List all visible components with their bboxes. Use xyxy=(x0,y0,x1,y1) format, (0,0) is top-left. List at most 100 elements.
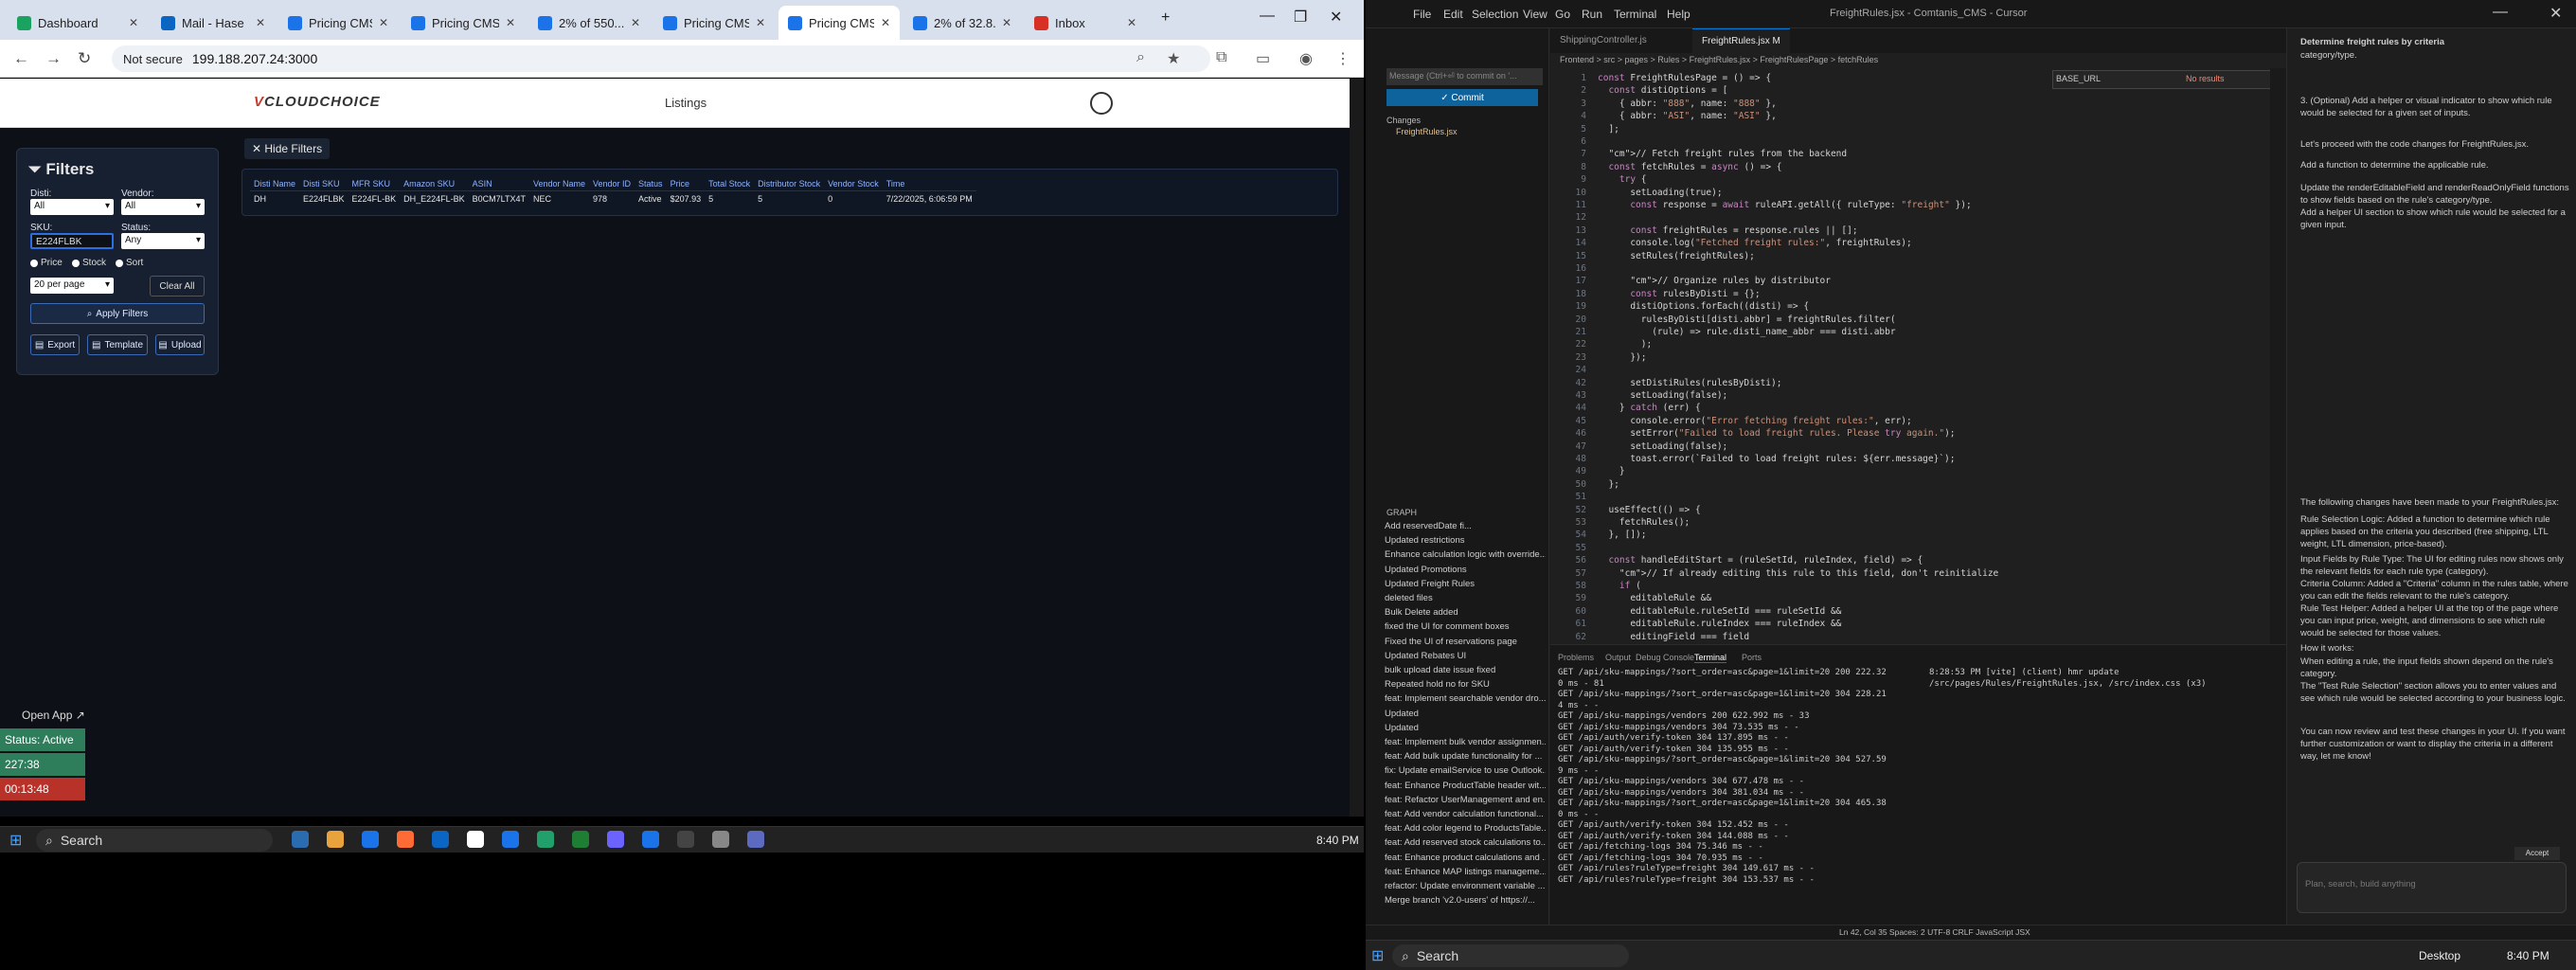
code-area[interactable]: 1 const FreightRulesPage = () => {2 const… xyxy=(1550,68,2270,655)
bookmark-star-icon[interactable]: ★ xyxy=(1167,49,1180,68)
radio-price[interactable]: Price xyxy=(30,258,63,268)
windows-start-icon[interactable]: ⊞ xyxy=(1371,946,1384,965)
taskbar-app-icon[interactable] xyxy=(362,831,379,848)
status-items[interactable]: Ln 42, Col 35 Spaces: 2 UTF-8 CRLF JavaS… xyxy=(1839,927,2030,937)
code-line[interactable]: rulesByDisti[disti.abbr] = freightRules.… xyxy=(1598,314,1896,326)
browser-tab[interactable]: 2% of 32.8... ✕ xyxy=(903,6,1021,40)
code-line[interactable]: } xyxy=(1598,465,1625,477)
user-avatar-icon[interactable] xyxy=(1090,92,1113,115)
changes-header[interactable]: Changes xyxy=(1386,116,1421,125)
commit-item[interactable]: feat: Add reserved stock calculations to… xyxy=(1385,837,1546,848)
menu-item[interactable]: Run xyxy=(1582,8,1602,21)
radio-sort[interactable]: Sort xyxy=(116,258,143,268)
column-header[interactable]: Distributor Stock xyxy=(754,177,824,190)
commit-item[interactable]: fixed the UI for comment boxes xyxy=(1385,621,1546,632)
tab-close-icon[interactable]: ✕ xyxy=(129,16,138,29)
code-line[interactable]: useEffect(() => { xyxy=(1598,504,1700,516)
back-icon[interactable]: ← xyxy=(13,49,29,68)
column-header[interactable]: MFR SKU xyxy=(349,177,401,190)
taskbar-app-icon[interactable] xyxy=(397,831,414,848)
editor-tab[interactable]: ShippingController.js xyxy=(1550,28,1656,53)
code-line[interactable]: setRules(freightRules); xyxy=(1598,250,1755,262)
column-header[interactable]: Vendor Name xyxy=(529,177,589,190)
open-app-button[interactable]: Open App ↗ xyxy=(17,704,102,727)
vendor-select[interactable]: All ▾ xyxy=(121,199,205,215)
new-tab-icon[interactable]: + xyxy=(1161,9,1170,27)
code-line[interactable]: }); xyxy=(1598,351,1646,364)
panel-tab[interactable]: Debug Console xyxy=(1636,653,1694,662)
chat-input[interactable]: Plan, search, build anything xyxy=(2305,878,2416,890)
code-line[interactable]: console.error("Error fetching freight ru… xyxy=(1598,415,1911,427)
taskbar-app-icon[interactable] xyxy=(292,831,309,848)
commit-item[interactable]: Updated Promotions xyxy=(1385,565,1546,575)
per-page-select[interactable]: 20 per page ▾ xyxy=(30,278,114,294)
menu-item[interactable]: File xyxy=(1413,8,1431,21)
column-header[interactable]: Time xyxy=(883,177,976,190)
url-text[interactable]: 199.188.207.24:3000 xyxy=(192,51,317,66)
menu-item[interactable]: Terminal xyxy=(1614,8,1656,21)
table-row[interactable]: DH E224FLBK E224FL-BK DH_E224FL-BK B0CM7LTX4… xyxy=(250,189,976,207)
tab-close-icon[interactable]: ✕ xyxy=(506,16,515,29)
editor-tab[interactable]: FreightRules.jsx M xyxy=(1692,28,1790,53)
taskbar-app-icon[interactable] xyxy=(502,831,519,848)
commit-item[interactable]: Updated restrictions xyxy=(1385,535,1546,546)
code-line[interactable]: try { xyxy=(1598,173,1647,186)
commit-item[interactable]: feat: Refactor UserManagement and en... xyxy=(1385,795,1546,805)
clear-all-button[interactable]: Clear All xyxy=(150,276,205,296)
code-line[interactable]: setDistiRules(rulesByDisti); xyxy=(1598,377,1781,389)
commit-item[interactable]: feat: Enhance MAP listings manageme... xyxy=(1385,867,1546,877)
code-line[interactable]: ]; xyxy=(1598,123,1619,135)
close-window-icon[interactable]: ✕ xyxy=(1330,8,1342,27)
changed-file[interactable]: FreightRules.jsx xyxy=(1396,127,1458,136)
code-line[interactable]: const FreightRulesPage = () => { xyxy=(1598,72,1771,84)
commit-item[interactable]: Enhance calculation logic with override.… xyxy=(1385,549,1546,560)
commit-item[interactable]: Updated xyxy=(1385,723,1546,733)
taskbar-clock[interactable]: 8:40 PM xyxy=(1316,834,1359,847)
taskbar-clock[interactable]: 8:40 PM xyxy=(2507,949,2549,962)
code-line[interactable]: toast.error(`Failed to load freight rule… xyxy=(1598,453,1955,465)
code-line[interactable]: distiOptions.forEach((disti) => { xyxy=(1598,300,1809,313)
column-header[interactable]: Status xyxy=(635,177,667,190)
commit-item[interactable]: Add reservedDate fi... xyxy=(1385,521,1546,531)
taskbar-app-icon[interactable] xyxy=(712,831,729,848)
code-line[interactable]: if ( xyxy=(1598,580,1641,592)
taskbar-app-icon[interactable] xyxy=(747,831,764,848)
status-select[interactable]: Any ▾ xyxy=(121,233,205,249)
column-header[interactable]: ASIN xyxy=(469,177,529,190)
panel-tab[interactable]: Output xyxy=(1605,653,1631,662)
code-line[interactable]: (rule) => rule.disti_name_abbr === disti… xyxy=(1598,326,1895,338)
browser-tab[interactable]: Pricing CMS ✕ xyxy=(653,6,775,40)
code-line[interactable]: editableRule.ruleSetId === ruleSetId && xyxy=(1598,605,1841,618)
commit-item[interactable]: feat: Add bulk update functionality for … xyxy=(1385,751,1546,762)
menu-icon[interactable]: ⋮ xyxy=(1335,49,1351,68)
close-window-icon[interactable]: ✕ xyxy=(2549,4,2562,23)
profile-icon[interactable]: ◉ xyxy=(1299,49,1313,68)
code-line[interactable]: const rulesByDisti = {}; xyxy=(1598,288,1760,300)
column-header[interactable]: Disti Name xyxy=(250,177,299,190)
hide-filters-button[interactable]: ✕ Hide Filters xyxy=(244,138,331,159)
code-line[interactable]: console.log("Fetched freight rules:", fr… xyxy=(1598,237,1911,249)
code-line[interactable]: fetchRules(); xyxy=(1598,516,1690,529)
windows-start-icon[interactable]: ⊞ xyxy=(9,831,22,850)
taskbar-app-icon[interactable] xyxy=(327,831,344,848)
code-line[interactable]: setError("Failed to load freight rules. … xyxy=(1598,427,1955,440)
chat-input-box[interactable]: Plan, search, build anything xyxy=(2297,862,2567,913)
code-line[interactable]: "cm">// If already editing this rule to … xyxy=(1598,567,1998,580)
commit-message-input[interactable]: Message (Ctrl+⏎ to commit on '... xyxy=(1386,68,1543,85)
minimize-icon[interactable]: — xyxy=(1260,8,1275,25)
commit-item[interactable]: fix: Update emailService to use Outlook.… xyxy=(1385,765,1546,776)
tab-close-icon[interactable]: ✕ xyxy=(631,16,640,29)
page-scrollbar[interactable] xyxy=(1350,79,1364,817)
minimize-icon[interactable]: — xyxy=(2493,4,2508,21)
panel-tab[interactable]: Terminal xyxy=(1694,653,1727,663)
commit-item[interactable]: Updated xyxy=(1385,709,1546,719)
commit-item[interactable]: feat: Enhance ProductTable header wit... xyxy=(1385,781,1546,791)
terminal-output-right[interactable]: 8:28:53 PM [vite] (client) hmr update /s… xyxy=(1929,668,2223,690)
commit-item[interactable]: bulk upload date issue fixed xyxy=(1385,665,1546,675)
taskbar-app-icon[interactable] xyxy=(607,831,624,848)
column-header[interactable]: Disti SKU xyxy=(299,177,349,190)
taskbar-app-icon[interactable] xyxy=(432,831,449,848)
commit-item[interactable]: Bulk Delete added xyxy=(1385,607,1546,618)
commit-item[interactable]: feat: Add vendor calculation functional.… xyxy=(1385,809,1546,819)
commit-item[interactable]: refactor: Update environment variable ..… xyxy=(1385,881,1546,891)
